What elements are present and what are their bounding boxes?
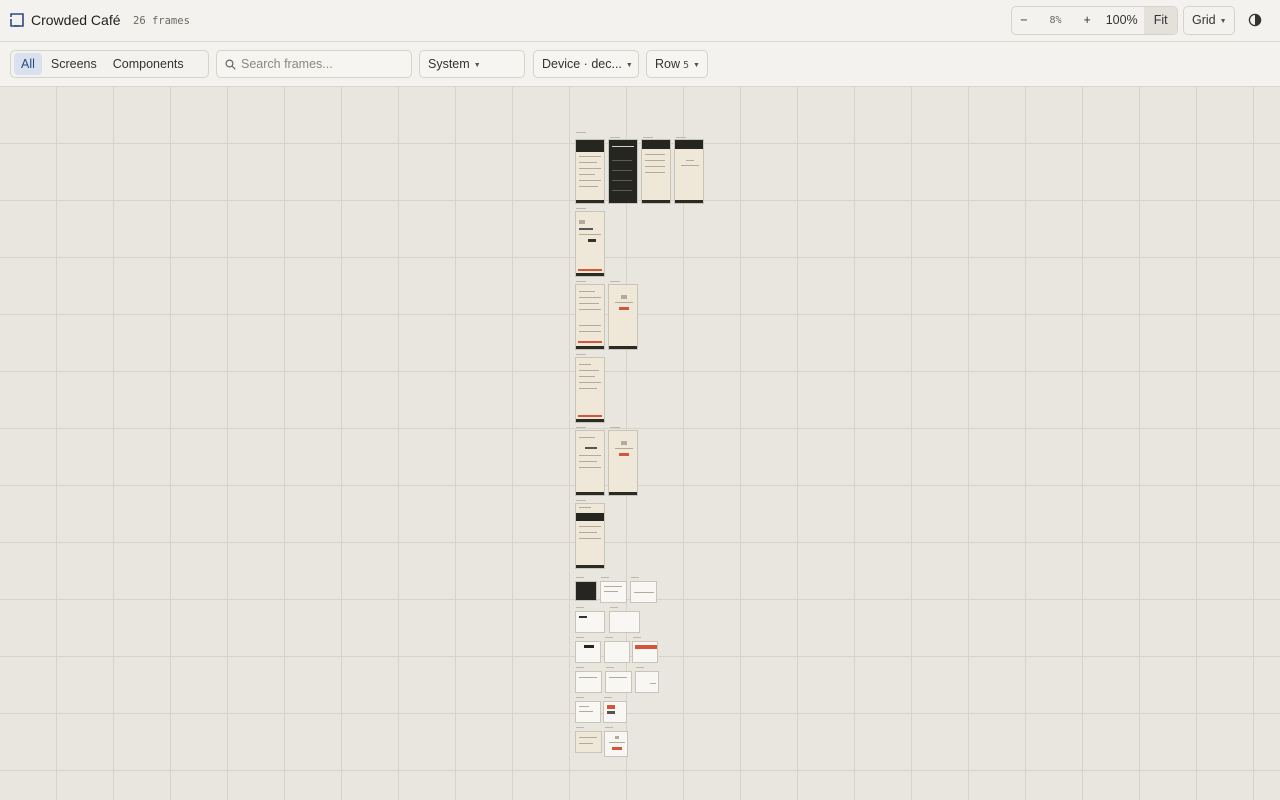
frame-logo-icon	[10, 13, 24, 27]
frame-thumbnail[interactable]	[605, 671, 632, 693]
zoom-in-button[interactable]: +	[1075, 7, 1099, 34]
tab-all[interactable]: All	[14, 53, 42, 75]
frame-label	[610, 281, 620, 282]
frame-thumbnail[interactable]	[575, 503, 605, 569]
frame-thumbnail[interactable]	[608, 139, 638, 204]
frame-label	[676, 137, 686, 138]
zoom-fit-button[interactable]: Fit	[1144, 7, 1177, 34]
filter-toolbar: All Screens Components System▼ Device · …	[0, 42, 1280, 87]
frame-thumbnail[interactable]	[575, 139, 605, 204]
row-dropdown-label: Row	[655, 57, 681, 71]
frame-thumbnail[interactable]	[632, 641, 658, 663]
frame-label	[643, 137, 653, 138]
zoom-out-button[interactable]: −	[1012, 7, 1036, 34]
frame-thumbnail[interactable]	[575, 671, 602, 693]
chevron-down-icon: ▼	[1219, 18, 1227, 25]
tab-screens[interactable]: Screens	[44, 53, 104, 75]
frame-label	[576, 637, 584, 638]
row-dropdown-value: 5	[683, 60, 690, 71]
frame-label	[576, 607, 584, 608]
frame-label	[604, 697, 612, 698]
tab-components[interactable]: Components	[106, 53, 191, 75]
chevron-down-icon: ▼	[473, 62, 481, 69]
frame-thumbnail[interactable]	[575, 701, 601, 723]
layout-dropdown-label: Grid	[1192, 13, 1216, 27]
frame-label	[610, 137, 620, 138]
search-box	[216, 50, 412, 78]
frame-label	[576, 500, 586, 501]
frame-thumbnail[interactable]	[604, 731, 628, 757]
frame-thumbnail[interactable]	[575, 611, 605, 633]
frame-label	[576, 427, 586, 428]
top-bar: Crowded Café 26 frames − 8% + 100% Fit G…	[0, 0, 1280, 42]
frame-thumbnail[interactable]	[603, 701, 627, 723]
frame-label	[576, 132, 586, 133]
frame-thumbnail[interactable]	[630, 581, 657, 603]
theme-dropdown-label: System	[428, 57, 470, 71]
frame-thumbnail[interactable]	[608, 430, 638, 496]
frame-thumbnail[interactable]	[641, 139, 671, 204]
contrast-icon[interactable]	[1248, 13, 1262, 27]
frame-thumbnail[interactable]	[575, 581, 597, 601]
frame-thumbnail[interactable]	[674, 139, 704, 204]
frame-label	[576, 577, 584, 578]
frame-label	[605, 727, 613, 728]
frame-label	[610, 607, 618, 608]
frame-thumbnail[interactable]	[575, 641, 601, 663]
frame-thumbnail[interactable]	[600, 581, 627, 603]
frame-label	[605, 637, 613, 638]
frame-thumbnail[interactable]	[575, 357, 605, 423]
frame-label	[576, 354, 586, 355]
frame-label	[636, 667, 644, 668]
type-filter: All Screens Components	[10, 50, 209, 78]
zoom-controls: − 8% + 100% Fit	[1011, 6, 1178, 35]
frame-thumbnail[interactable]	[575, 430, 605, 496]
frame-label	[631, 577, 639, 578]
frame-label	[576, 727, 584, 728]
frame-label	[576, 281, 586, 282]
theme-dropdown[interactable]: System ▼	[419, 50, 525, 78]
frame-label	[606, 667, 614, 668]
zoom-100-button[interactable]: 100%	[1099, 7, 1144, 34]
frame-label	[576, 208, 586, 209]
frame-label	[610, 427, 620, 428]
zoom-level: 8%	[1049, 15, 1062, 26]
frame-thumbnail[interactable]	[608, 284, 638, 350]
device-dropdown-label: Device · dec...	[542, 57, 622, 71]
app-title: Crowded Café	[31, 12, 121, 28]
frame-thumbnail[interactable]	[575, 211, 605, 277]
frame-thumbnail[interactable]	[635, 671, 659, 693]
chevron-down-icon: ▼	[693, 62, 700, 69]
frame-label	[601, 577, 609, 578]
frame-label	[633, 637, 641, 638]
chevron-down-icon: ▼	[625, 62, 633, 69]
frames-canvas[interactable]	[0, 87, 1280, 800]
frame-thumbnail[interactable]	[609, 611, 640, 633]
frame-label	[576, 667, 584, 668]
search-input[interactable]	[241, 55, 406, 73]
device-dropdown[interactable]: Device · dec... ▼	[533, 50, 639, 78]
search-icon	[225, 59, 236, 70]
row-dropdown[interactable]: Row 5 ▼	[646, 50, 708, 78]
frame-thumbnail[interactable]	[575, 731, 602, 753]
layout-dropdown[interactable]: Grid ▼	[1183, 6, 1235, 35]
frame-thumbnail[interactable]	[575, 284, 605, 350]
frame-label	[576, 697, 584, 698]
frame-thumbnail[interactable]	[604, 641, 630, 663]
frame-count: 26 frames	[133, 15, 190, 27]
